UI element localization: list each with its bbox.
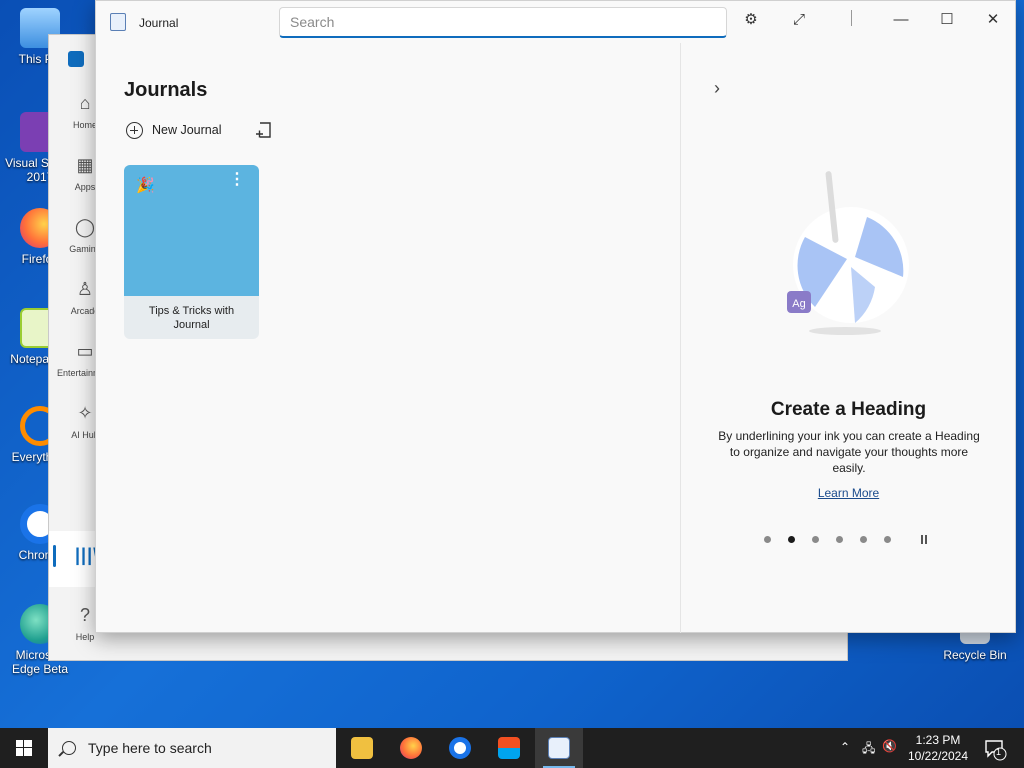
tips-pane: › Ag Create a Heading By underlining you… bbox=[680, 43, 1016, 633]
windows-icon bbox=[16, 740, 32, 756]
taskbar-store[interactable] bbox=[485, 728, 533, 768]
taskbar-search[interactable]: Type here to search bbox=[48, 728, 336, 768]
tip-description: By underlining your ink you can create a… bbox=[718, 429, 980, 475]
minimize-button[interactable]: — bbox=[878, 5, 924, 35]
folder-icon bbox=[351, 737, 373, 759]
journal-app-icon bbox=[110, 13, 126, 31]
titlebar-divider bbox=[851, 10, 852, 26]
firefox-icon bbox=[400, 737, 422, 759]
journal-window: Journal ⚙ ⤢ — ☐ ✕ Journals New Journal 🎉… bbox=[95, 0, 1016, 633]
more-options-icon[interactable]: ⋮ bbox=[229, 172, 245, 188]
import-pdf-button[interactable] bbox=[254, 120, 274, 140]
svg-text:Ag: Ag bbox=[792, 298, 805, 310]
carousel-dot[interactable] bbox=[860, 535, 867, 543]
carousel-dot-active[interactable] bbox=[788, 535, 795, 543]
taskbar-firefox[interactable] bbox=[387, 728, 435, 768]
clock-date: 10/22/2024 bbox=[907, 749, 969, 763]
store-logo-icon bbox=[68, 51, 84, 67]
notification-button[interactable]: 1 bbox=[982, 728, 1008, 768]
fullscreen-button[interactable]: ⤢ bbox=[776, 5, 822, 35]
carousel-dot[interactable] bbox=[836, 535, 843, 543]
chevron-right-icon: › bbox=[714, 78, 720, 98]
expand-icon: ⤢ bbox=[792, 11, 805, 28]
page-title: Journals bbox=[124, 79, 208, 101]
carousel-dot[interactable] bbox=[764, 535, 771, 543]
pause-icon[interactable] bbox=[919, 533, 929, 545]
journal-card-title: Tips & Tricks with Journal bbox=[148, 305, 235, 331]
journal-app-icon bbox=[548, 737, 570, 759]
journals-pane: Journals New Journal 🎉 ⋮ Tips & Tricks w… bbox=[96, 43, 680, 633]
clock[interactable]: 1:23 PM 10/22/2024 bbox=[900, 732, 976, 764]
maximize-button[interactable]: ☐ bbox=[924, 5, 970, 35]
chevron-up-icon[interactable]: ⌃ bbox=[840, 740, 850, 754]
search-icon bbox=[62, 741, 76, 755]
title-bar: Journal ⚙ ⤢ — ☐ ✕ bbox=[96, 1, 1015, 43]
taskbar-search-text: Type here to search bbox=[88, 740, 212, 756]
add-circle-icon bbox=[126, 121, 143, 139]
network-icon[interactable]: 🖧 bbox=[862, 739, 875, 760]
active-indicator bbox=[53, 545, 56, 567]
maximize-icon: ☐ bbox=[940, 11, 954, 28]
notification-icon bbox=[985, 740, 1007, 761]
window-title: Journal bbox=[139, 16, 179, 30]
store-icon bbox=[498, 737, 520, 759]
close-icon: ✕ bbox=[986, 11, 1000, 28]
gear-icon: ⚙ bbox=[744, 11, 758, 28]
close-button[interactable]: ✕ bbox=[970, 5, 1016, 35]
heading-illustration: Ag bbox=[787, 171, 909, 335]
import-icon bbox=[256, 122, 271, 138]
settings-button[interactable]: ⚙ bbox=[728, 5, 774, 35]
volume-muted-icon[interactable]: 🔇 bbox=[882, 739, 897, 753]
minimize-icon: — bbox=[893, 11, 909, 28]
journal-card[interactable]: 🎉 ⋮ Tips & Tricks with Journal bbox=[124, 165, 259, 339]
start-button[interactable] bbox=[0, 728, 48, 768]
next-tip-button[interactable]: › bbox=[705, 77, 729, 101]
chrome-icon bbox=[449, 737, 471, 759]
taskbar-journal[interactable] bbox=[535, 728, 583, 768]
new-journal-button[interactable]: New Journal bbox=[126, 120, 221, 140]
carousel-dot[interactable] bbox=[812, 535, 819, 543]
taskbar-chrome[interactable] bbox=[436, 728, 484, 768]
clock-time: 1:23 PM bbox=[915, 733, 961, 747]
taskbar: Type here to search ⌃ 🖧 🔇 1:23 PM 10/22/… bbox=[0, 728, 1024, 768]
notification-count: 1 bbox=[996, 747, 1002, 757]
system-tray: ⌃ 🖧 🔇 bbox=[838, 728, 898, 768]
party-icon: 🎉 bbox=[136, 177, 155, 194]
tip-title: Create a Heading bbox=[770, 399, 927, 420]
search-input[interactable] bbox=[279, 7, 727, 38]
taskbar-file-explorer[interactable] bbox=[338, 728, 386, 768]
learn-more-link[interactable]: Learn More bbox=[681, 486, 1016, 500]
new-journal-label: New Journal bbox=[152, 123, 222, 137]
carousel-dot[interactable] bbox=[884, 535, 891, 543]
carousel-dots bbox=[764, 533, 908, 545]
journal-card-cover: 🎉 ⋮ bbox=[124, 165, 259, 296]
